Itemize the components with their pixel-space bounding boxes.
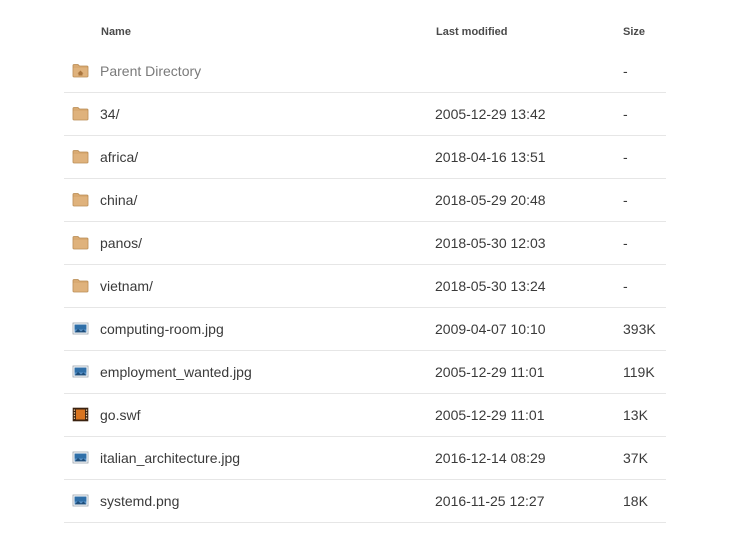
file-link[interactable]: china/ — [100, 192, 137, 208]
folder-icon — [72, 278, 89, 293]
size-cell: 13K — [623, 407, 648, 423]
table-row: panos/2018-05-30 12:03 - — [64, 222, 666, 265]
table-row: africa/2018-04-16 13:51 - — [64, 136, 666, 179]
table-row: employment_wanted.jpg 2005-12-29 11:01 119… — [64, 351, 666, 394]
folder-icon — [72, 235, 89, 250]
image-file-icon — [72, 364, 89, 379]
last-modified-cell: 2018-05-29 20:48 — [435, 192, 546, 208]
file-link[interactable]: systemd.png — [100, 493, 179, 509]
table-header: Name Last modified Size — [64, 0, 666, 50]
folder-icon — [72, 149, 89, 164]
table-row: china/2018-05-29 20:48 - — [64, 179, 666, 222]
table-body: Parent Directory - 34/2005-12-29 13:42 - a… — [64, 50, 666, 523]
table-row: go.swf 2005-12-29 11:01 13K — [64, 394, 666, 437]
table-row: vietnam/2018-05-30 13:24 - — [64, 265, 666, 308]
size-cell: - — [623, 106, 628, 122]
column-header-last-modified[interactable]: Last modified — [436, 26, 508, 38]
folder-icon — [72, 192, 89, 207]
last-modified-cell: 2018-04-16 13:51 — [435, 149, 546, 165]
file-link[interactable]: employment_wanted.jpg — [100, 364, 252, 380]
folder-icon — [72, 106, 89, 121]
file-link[interactable]: go.swf — [100, 407, 140, 423]
size-cell: 119K — [623, 364, 655, 380]
file-link[interactable]: vietnam/ — [100, 278, 153, 294]
file-link[interactable]: italian_architecture.jpg — [100, 450, 240, 466]
size-cell: 37K — [623, 450, 648, 466]
table-row: 34/2005-12-29 13:42 - — [64, 93, 666, 136]
size-cell: - — [623, 63, 628, 79]
parent-folder-icon — [72, 63, 89, 78]
column-header-name[interactable]: Name — [101, 26, 131, 38]
size-cell: - — [623, 278, 628, 294]
last-modified-cell: 2009-04-07 10:10 — [435, 321, 546, 337]
last-modified-cell: 2005-12-29 11:01 — [435, 364, 545, 380]
directory-listing: Name Last modified Size Parent Directory… — [64, 0, 666, 523]
size-cell: 393K — [623, 321, 656, 337]
last-modified-cell: 2018-05-30 12:03 — [435, 235, 546, 251]
table-row: italian_architecture.jpg 2016-12-14 08:29… — [64, 437, 666, 480]
table-row: systemd.png 2016-11-25 12:27 18K — [64, 480, 666, 523]
parent-directory-row: Parent Directory - — [64, 50, 666, 93]
last-modified-cell: 2005-12-29 11:01 — [435, 407, 545, 423]
image-file-icon — [72, 493, 89, 508]
column-header-size[interactable]: Size — [623, 26, 645, 38]
size-cell: - — [623, 192, 628, 208]
file-link[interactable]: panos/ — [100, 235, 142, 251]
last-modified-cell: 2018-05-30 13:24 — [435, 278, 546, 294]
last-modified-cell: 2016-12-14 08:29 — [435, 450, 546, 466]
last-modified-cell: 2005-12-29 13:42 — [435, 106, 546, 122]
size-cell: 18K — [623, 493, 648, 509]
last-modified-cell: 2016-11-25 12:27 — [435, 493, 545, 509]
image-file-icon — [72, 450, 89, 465]
file-link[interactable]: 34/ — [100, 106, 119, 122]
parent-directory-link[interactable]: Parent Directory — [100, 63, 201, 79]
video-file-icon — [72, 407, 89, 422]
file-link[interactable]: computing-room.jpg — [100, 321, 224, 337]
size-cell: - — [623, 149, 628, 165]
size-cell: - — [623, 235, 628, 251]
file-link[interactable]: africa/ — [100, 149, 138, 165]
table-row: computing-room.jpg 2009-04-07 10:10 393K — [64, 308, 666, 351]
image-file-icon — [72, 321, 89, 336]
